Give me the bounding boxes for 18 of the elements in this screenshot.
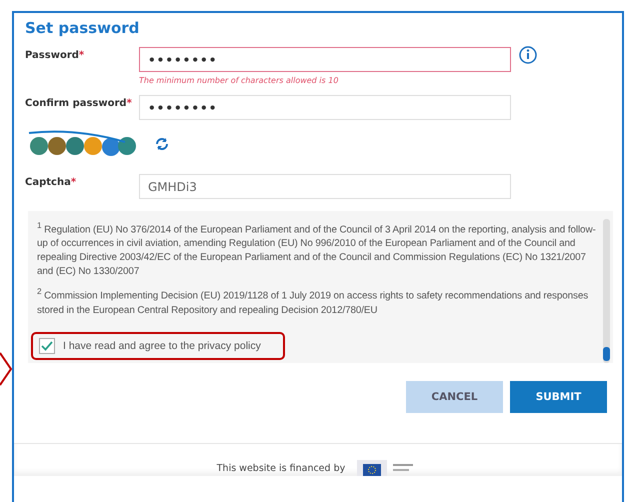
checkbox-label[interactable]: I have read and agree to the privacy policy [63, 340, 261, 352]
footnote-text: $^{2}$ Commission Implementing Decision (EU) 2019/1128 of 1 July 2019 on access rights to safety recommendations and responses stored in the European Central Repository and repealing Decision 2012/780/EU [37, 286, 590, 318]
input-field[interactable]: •••••••• [139, 95, 511, 120]
footer-text: This website is financed by [216, 462, 346, 474]
dialog-title: Set password [25, 19, 140, 37]
field-label: Confirm password* [25, 97, 133, 109]
info-icon[interactable] [519, 46, 537, 64]
input-field[interactable]: •••••••• [139, 47, 511, 72]
refresh-icon[interactable] [155, 137, 169, 151]
checkbox[interactable] [39, 338, 55, 354]
field-label: Captcha* [25, 176, 78, 188]
field-label: Password* [25, 49, 86, 61]
input-field[interactable]: GMHDi3 [139, 174, 511, 199]
scrollbar[interactable] [603, 219, 610, 363]
cancel-button[interactable]: CANCEL [406, 381, 503, 413]
footnote-text: $^{1}$ Regulation (EU) No 376/2014 of the European Parliament and of the Council of 3 April 2014 on the reporting, analysis and follow-up of occurrences in civil aviation, amending Regulation (EU) No 996/2010 of the European Parliament and of the Council and repealing Directive 2003/42/EC of the European Parliament and of the Council and Commission Regulations (EC) No 1321/2007 and (EC) No 1330/2007 [37, 220, 597, 280]
submit-button[interactable]: SUBMIT [510, 381, 607, 413]
error-message: The minimum number of characters allowed is 10 [139, 76, 340, 85]
